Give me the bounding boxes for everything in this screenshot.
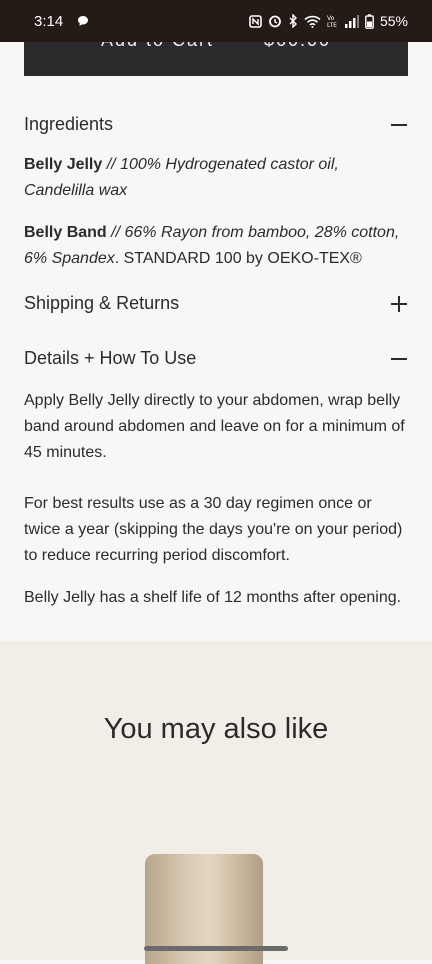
- details-paragraph-2: For best results use as a 30 day regimen…: [24, 495, 403, 564]
- shipping-title: Shipping & Returns: [24, 293, 180, 313]
- expand-plus-icon[interactable]: [390, 295, 408, 313]
- svg-text:LTE: LTE: [327, 22, 337, 28]
- battery-percent: 55%: [379, 13, 408, 29]
- nfc-icon: [249, 14, 262, 28]
- bluetooth-icon: [288, 14, 298, 28]
- collapse-minus-icon[interactable]: [390, 350, 408, 368]
- clock: 3:14: [34, 12, 64, 30]
- collapse-minus-icon[interactable]: [390, 116, 408, 134]
- shipping-header[interactable]: Shipping & Returns: [24, 293, 408, 314]
- add-to-cart-label: Add to Cart: [101, 42, 214, 50]
- separator: //: [106, 224, 125, 241]
- home-indicator[interactable]: [144, 946, 288, 951]
- belly-band-name: Belly Band: [24, 224, 107, 241]
- belly-jelly-ingredients: Belly Jelly // 100% Hydrogenated castor …: [24, 152, 408, 204]
- ingredients-header[interactable]: Ingredients: [24, 114, 408, 135]
- recommendations-title: You may also like: [103, 713, 329, 745]
- ingredients-accordion: Ingredients Belly Jelly // 100% Hydrogen…: [24, 114, 408, 272]
- details-title: Details + How To Use: [24, 348, 197, 368]
- details-paragraph-3: Belly Jelly has a shelf life of 12 month…: [24, 589, 402, 606]
- belly-band-ingredients: Belly Band // 66% Rayon from bamboo, 28%…: [24, 220, 408, 272]
- status-bar: 3:14 Vo LTE 55%: [0, 0, 432, 42]
- battery-icon: [365, 13, 374, 29]
- shipping-accordion: Shipping & Returns: [24, 293, 408, 314]
- alarm-icon: [268, 14, 282, 28]
- chat-bubble-icon: [77, 15, 89, 27]
- details-paragraph-1: Apply Belly Jelly directly to your abdom…: [24, 392, 405, 461]
- ingredients-title: Ingredients: [24, 114, 114, 134]
- volte-icon: Vo LTE: [327, 14, 339, 28]
- details-header[interactable]: Details + How To Use: [24, 348, 408, 369]
- separator: //: [102, 156, 121, 173]
- svg-text:Vo: Vo: [327, 15, 335, 22]
- signal-icon: [344, 14, 359, 28]
- belly-jelly-name: Belly Jelly: [24, 156, 103, 173]
- belly-band-cert: . STANDARD 100 by OEKO-TEX®: [114, 250, 362, 267]
- wifi-icon: [304, 15, 321, 28]
- add-to-cart-price: $60.00: [264, 42, 331, 50]
- details-accordion: Details + How To Use Apply Belly Jelly d…: [24, 348, 408, 611]
- add-to-cart-button[interactable]: Add to Cart · $60.00: [24, 42, 408, 76]
